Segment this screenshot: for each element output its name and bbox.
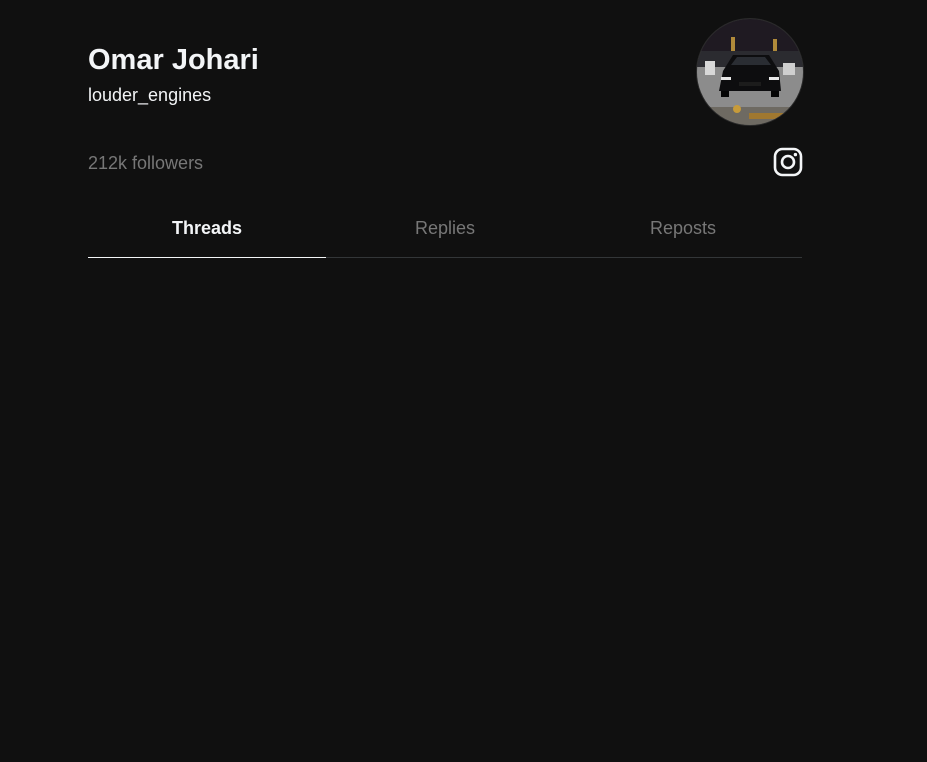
profile-tabs: Threads Replies Reposts bbox=[88, 203, 802, 258]
tab-replies[interactable]: Replies bbox=[326, 203, 564, 253]
username: louder_engines bbox=[88, 85, 212, 105]
display-name: Omar Johari bbox=[88, 44, 259, 76]
tab-reposts[interactable]: Reposts bbox=[564, 203, 802, 253]
avatar-photo bbox=[697, 19, 803, 125]
tab-threads[interactable]: Threads bbox=[88, 203, 326, 258]
followers-count[interactable]: 212k followers bbox=[88, 152, 203, 174]
avatar[interactable] bbox=[697, 19, 803, 125]
instagram-icon[interactable] bbox=[773, 147, 803, 177]
profile-page: Omar Johari louder_engines 212k follower… bbox=[0, 0, 927, 762]
